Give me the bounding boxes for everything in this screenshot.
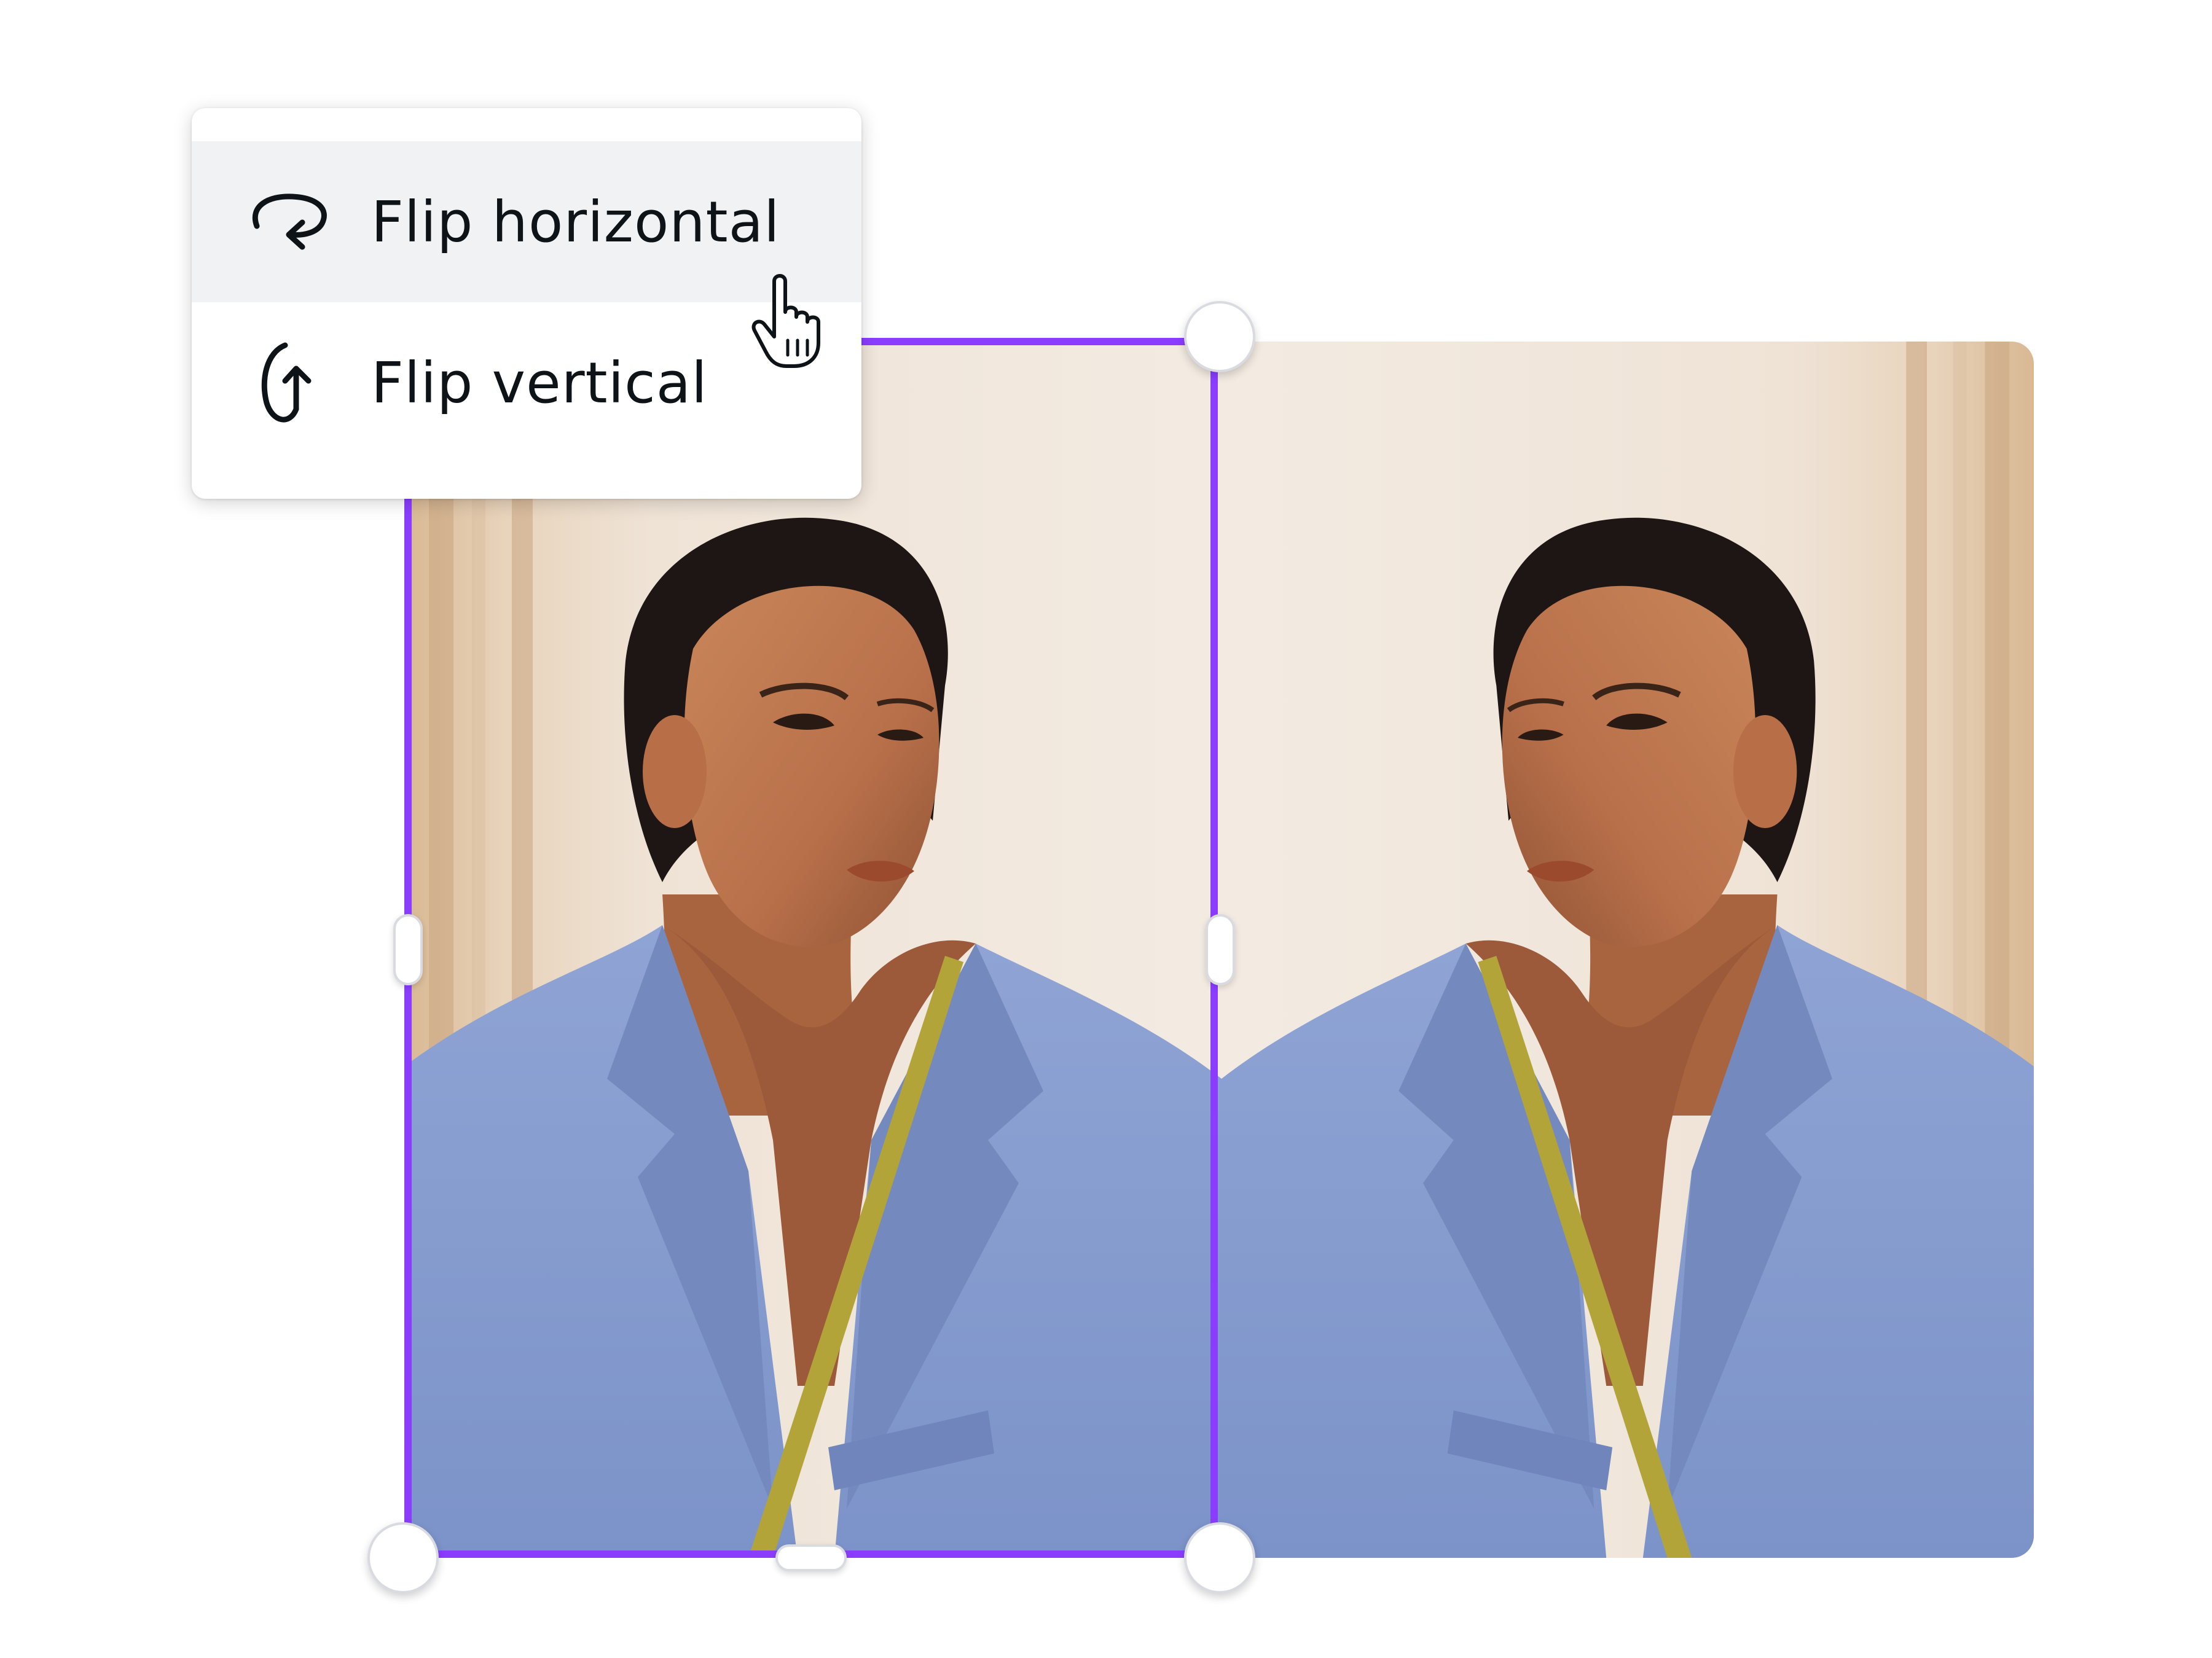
flip-vertical-icon (243, 337, 335, 429)
flipped-photo[interactable] (1222, 342, 2034, 1558)
pointer-hand-icon (751, 274, 820, 368)
resize-handle-left[interactable] (393, 914, 423, 985)
flip-horizontal-icon (243, 176, 335, 268)
resize-handle-bottom[interactable] (775, 1544, 847, 1571)
resize-handle-right[interactable] (1206, 914, 1235, 985)
resize-handle-bottom-left[interactable] (367, 1522, 439, 1593)
original-photo[interactable] (404, 342, 1222, 1558)
resize-handle-bottom-right[interactable] (1184, 1522, 1255, 1593)
portrait-image (404, 342, 1222, 1558)
portrait-image-mirrored (1222, 342, 2034, 1558)
flip-vertical-label: Flip vertical (371, 350, 708, 416)
resize-handle-top-right[interactable] (1184, 301, 1255, 372)
flip-horizontal-label: Flip horizontal (371, 189, 780, 255)
